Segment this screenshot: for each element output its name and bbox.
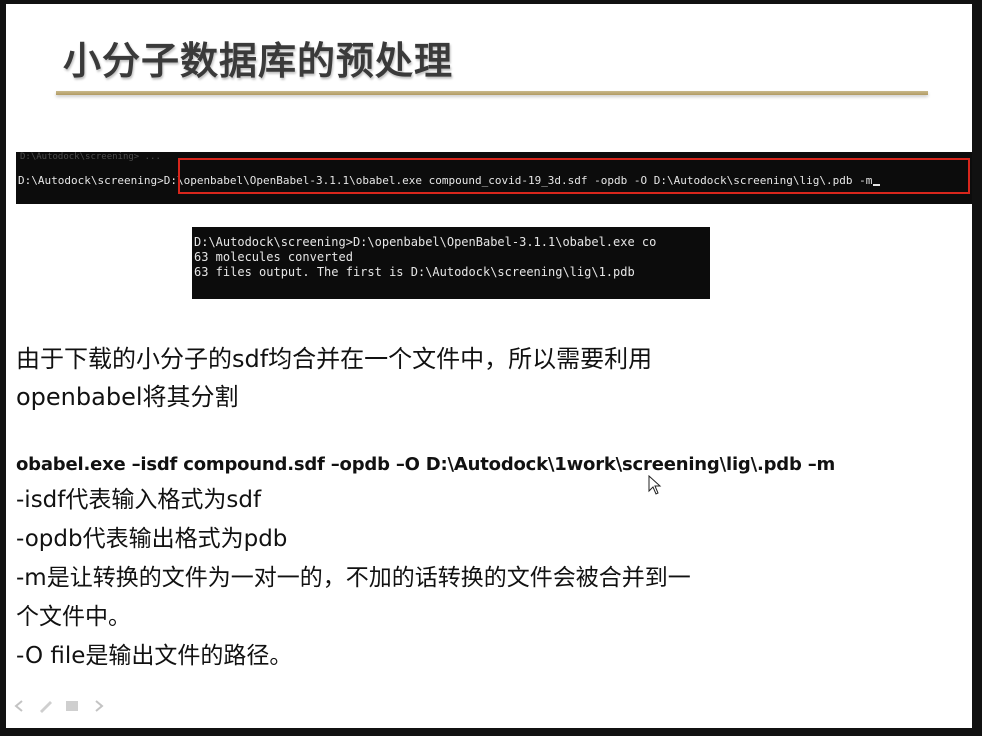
terminal-command-screenshot: D:\Autodock\screening> ... D:\Autodock\s… (16, 152, 972, 204)
arrow-right-icon[interactable] (90, 698, 106, 712)
command-highlight-box (178, 158, 970, 194)
title-underline (56, 91, 928, 95)
option-item: -isdf代表输入格式为sdf (16, 487, 262, 513)
command-example: obabel.exe –isdf compound.sdf –opdb –O D… (16, 454, 836, 475)
option-item: -O file是输出文件的路径。 (16, 643, 293, 669)
terminal-output-screenshot: D:\Autodock\screening>D:\openbabel\OpenB… (192, 227, 710, 299)
explanation-line: openbabel将其分割 (16, 383, 239, 411)
arrow-cursor-icon (648, 474, 662, 499)
terminal-prompt: D:\Autodock\screening> (18, 174, 164, 187)
terminal-output-line: 63 molecules converted (194, 250, 353, 264)
terminal-output-line: D:\Autodock\screening>D:\openbabel\OpenB… (194, 235, 657, 249)
terminal-output-line: 63 files output. The first is D:\Autodoc… (194, 265, 635, 279)
arrow-left-icon[interactable] (12, 698, 28, 712)
option-list: -isdf代表输入格式为sdf -opdb代表输出格式为pdb -m是让转换的文… (16, 481, 691, 676)
presentation-slide: 小分子数据库的预处理 D:\Autodock\screening> ... D:… (6, 4, 972, 728)
terminal-previous-line: D:\Autodock\screening> ... (20, 152, 161, 162)
option-item: 个文件中。 (16, 604, 131, 630)
pen-icon[interactable] (38, 698, 54, 713)
option-item: -opdb代表输出格式为pdb (16, 526, 288, 552)
slide-title: 小分子数据库的预处理 (63, 39, 454, 83)
explanation-paragraph: 由于下载的小分子的sdf均合并在一个文件中，所以需要利用 openbabel将其… (16, 340, 652, 416)
slide-nav-toolbar (12, 698, 106, 713)
option-item: -m是让转换的文件为一对一的，不加的话转换的文件会被合并到一 (16, 565, 691, 591)
explanation-line: 由于下载的小分子的sdf均合并在一个文件中，所以需要利用 (16, 345, 653, 373)
menu-icon[interactable] (64, 698, 80, 712)
